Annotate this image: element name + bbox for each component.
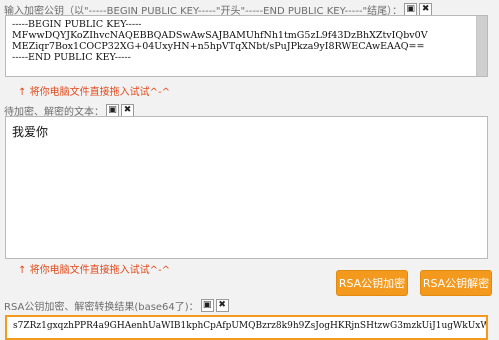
copy-icon[interactable]: ▣ [200,299,214,312]
plaintext-drag-hint-text: 将你电脑文件直接拖入试试^-^ [29,265,170,276]
rsa-encrypt-button[interactable]: RSA公钥加密 [336,270,408,296]
plaintext-drag-hint: ↑ 将你电脑文件直接拖入试试^-^ [18,261,170,276]
result-label: RSA公钥加密、解密转换结果(base64了)： [4,302,199,313]
public-key-line: MEZiqr7Box1COCP32XG+04UxyHN+n5hpVTqXNbt/… [12,41,425,52]
arrow-up-icon: ↑ [18,265,27,276]
result-label-row: RSA公钥加密、解密转换结果(base64了)： ▣ ✖ [4,298,229,313]
public-key-drag-hint-text: 将你电脑文件直接拖入试试^-^ [29,87,170,98]
result-value: s7ZRz1gxqzhPPR4a9GHAenhUaWIB1kphCpAfpUMQ… [13,321,488,331]
arrow-up-icon: ↑ [18,87,27,98]
result-textarea[interactable]: s7ZRz1gxqzhPPR4a9GHAenhUaWIB1kphCpAfpUMQ… [5,315,488,340]
plaintext-value: 我爱你 [12,125,49,139]
public-key-line: MFwwDQYJKoZIhvcNAQEBBQADSwAwSAJBAMUhfNh1… [12,30,428,41]
rsa-decrypt-button[interactable]: RSA公钥解密 [420,270,492,296]
public-key-line: -----END PUBLIC KEY----- [12,52,131,63]
public-key-line: -----BEGIN PUBLIC KEY----- [12,19,142,30]
public-key-scrollbar[interactable] [476,16,487,76]
public-key-drag-hint: ↑ 将你电脑文件直接拖入试试^-^ [18,83,170,98]
public-key-textarea[interactable]: -----BEGIN PUBLIC KEY----- MFwwDQYJKoZIh… [5,15,488,77]
plaintext-textarea[interactable]: 我爱你 [5,116,488,259]
clear-icon[interactable]: ✖ [215,299,229,312]
